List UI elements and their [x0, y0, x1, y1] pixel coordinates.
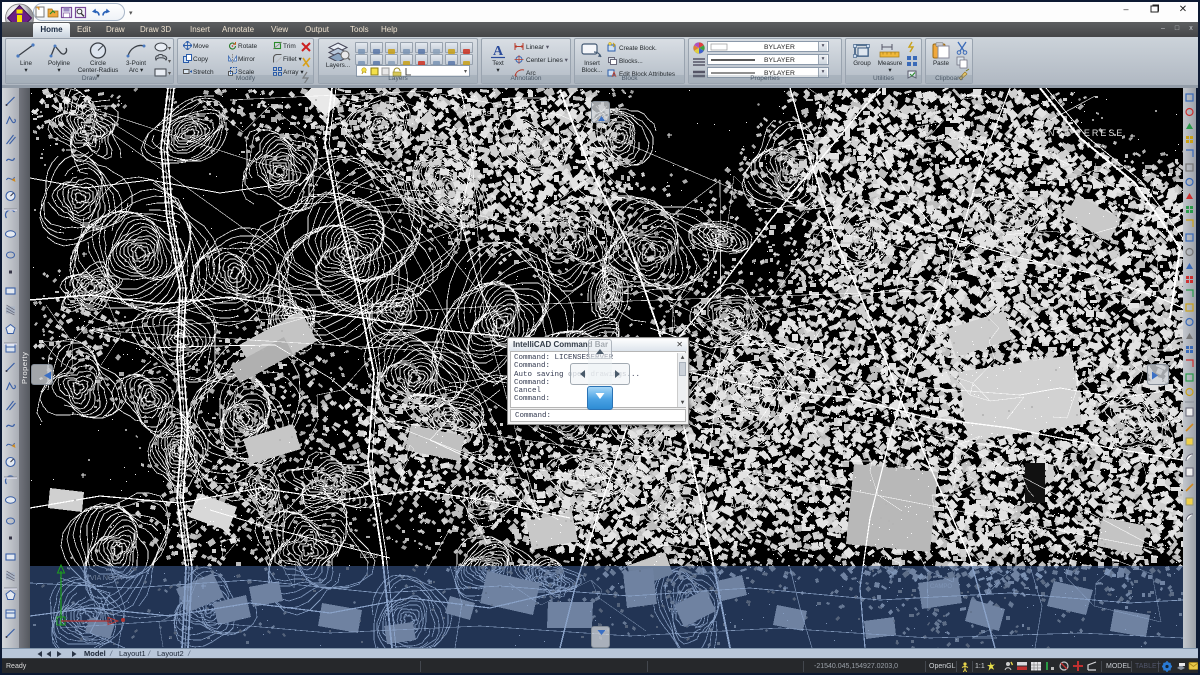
svg-text:R. DAS: R. DAS — [468, 111, 492, 118]
svg-text:▾: ▾ — [168, 46, 171, 52]
svg-text:A: A — [493, 44, 504, 59]
svg-text:SANTE TERESE: SANTE TERESE — [1032, 128, 1124, 138]
svg-text:EPAL: EPAL — [258, 297, 275, 304]
svg-text:ACADEMIA: ACADEMIA — [730, 503, 767, 510]
svg-text:CAMPO: CAMPO — [930, 584, 952, 590]
svg-text:▾: ▾ — [168, 59, 171, 65]
svg-text:LICEU: LICEU — [360, 554, 378, 560]
